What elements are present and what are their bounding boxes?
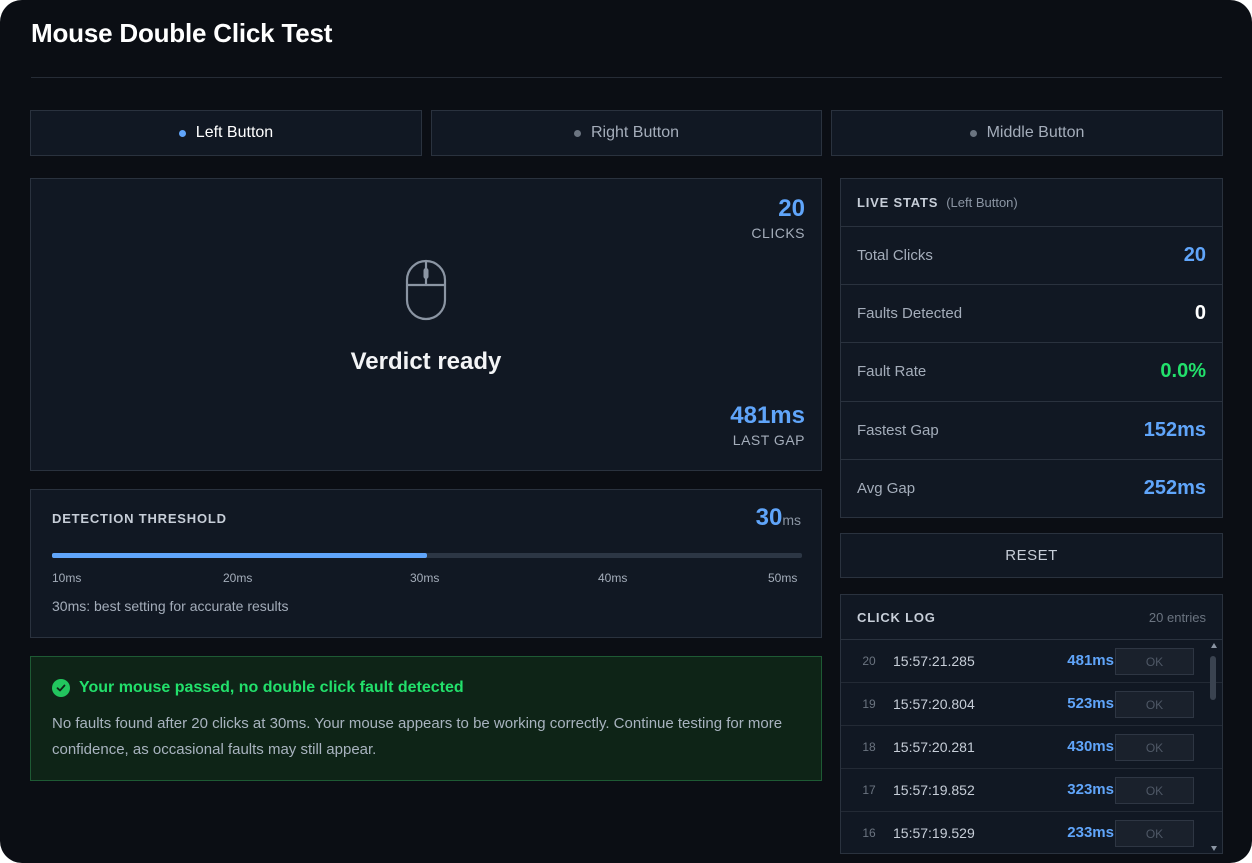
tab-indicator-dot [178, 129, 186, 137]
scrollbar-thumb[interactable] [1210, 656, 1216, 700]
stat-row-total-clicks: Total Clicks 20 [841, 227, 1222, 286]
log-time: 15:57:21.285 [893, 653, 975, 669]
stat-row-faults-detected: Faults Detected 0 [841, 285, 1222, 344]
stat-row-avg-gap: Avg Gap 252ms [841, 460, 1222, 518]
live-stats-header: LIVE STATS (Left Button) [841, 179, 1222, 227]
log-row: 16 15:57:19.529 233ms OK [841, 812, 1222, 853]
slider-fill [52, 553, 427, 558]
tab-middle-button[interactable]: Middle Button [831, 110, 1223, 156]
log-index: 17 [862, 783, 876, 797]
log-row: 18 15:57:20.281 430ms OK [841, 726, 1222, 769]
click-count-label: CLICKS [751, 225, 805, 241]
click-test-area[interactable]: 20 CLICKS Verdict ready 481ms LAST GAP [30, 178, 822, 471]
stat-value: 152ms [1143, 418, 1206, 441]
tab-indicator-dot [573, 129, 581, 137]
log-index: 16 [862, 826, 876, 840]
log-row: 19 15:57:20.804 523ms OK [841, 683, 1222, 726]
log-gap: 481ms [1067, 652, 1114, 669]
slider-tick: 50ms [768, 571, 798, 585]
threshold-note: 30ms: best setting for accurate results [52, 598, 289, 614]
last-gap-readout: 481ms LAST GAP [730, 402, 805, 448]
click-log-panel: CLICK LOG 20 entries 20 15:57:21.285 481… [840, 594, 1223, 854]
result-headline-text: Your mouse passed, no double click fault… [79, 679, 464, 696]
tab-indicator-dot [969, 129, 977, 137]
live-stats-panel: LIVE STATS (Left Button) Total Clicks 20… [840, 178, 1223, 518]
log-status-badge: OK [1115, 691, 1194, 718]
click-log-count: 20 entries [1148, 609, 1206, 625]
slider-tick: 20ms [223, 571, 253, 585]
log-gap: 430ms [1067, 738, 1114, 755]
divider [31, 77, 1222, 78]
last-gap-value: 481ms [730, 402, 805, 429]
live-stats-title: LIVE STATS [857, 195, 939, 210]
threshold-unit: ms [782, 512, 801, 528]
log-index: 19 [862, 697, 876, 711]
result-headline: Your mouse passed, no double click fault… [52, 679, 464, 697]
log-time: 15:57:19.852 [893, 782, 975, 798]
tab-label: Right Button [590, 124, 680, 141]
stat-row-fault-rate: Fault Rate 0.0% [841, 343, 1222, 402]
mouse-icon [405, 259, 447, 321]
click-count-value: 20 [778, 195, 805, 222]
stat-label: Faults Detected [857, 305, 963, 323]
result-body: No faults found after 20 clicks at 30ms.… [52, 715, 783, 758]
log-gap: 523ms [1067, 695, 1114, 712]
log-status-badge: OK [1115, 820, 1194, 847]
log-time: 15:57:19.529 [893, 825, 975, 841]
stat-label: Avg Gap [857, 480, 916, 498]
log-gap: 323ms [1067, 781, 1114, 798]
slider-tick: 10ms [52, 571, 82, 585]
log-gap: 233ms [1067, 824, 1114, 841]
stat-label: Fault Rate [857, 363, 927, 381]
log-scrollbar[interactable] [1210, 643, 1218, 851]
last-gap-label: LAST GAP [732, 432, 805, 448]
tab-label: Left Button [195, 124, 274, 141]
log-index: 20 [862, 654, 876, 668]
tab-label: Middle Button [986, 124, 1085, 141]
log-time: 15:57:20.804 [893, 696, 975, 712]
log-status-badge: OK [1115, 734, 1194, 761]
log-row: 17 15:57:19.852 323ms OK [841, 769, 1222, 812]
log-status-badge: OK [1115, 648, 1194, 675]
stat-value: 0 [1194, 302, 1206, 325]
slider-tick: 40ms [598, 571, 628, 585]
threshold-value-display: 30ms [756, 504, 801, 532]
click-log-header: CLICK LOG 20 entries [841, 595, 1222, 640]
scroll-down-arrow-icon[interactable] [1211, 846, 1217, 851]
stat-value: 0.0% [1160, 360, 1206, 383]
live-stats-subtitle: (Left Button) [946, 195, 1018, 210]
log-time: 15:57:20.281 [893, 739, 975, 755]
stat-label: Total Clicks [857, 247, 933, 265]
page-title: Mouse Double Click Test [31, 18, 333, 48]
tab-left-button[interactable]: Left Button [30, 110, 422, 156]
click-counter: 20 CLICKS [751, 195, 805, 241]
result-banner: Your mouse passed, no double click fault… [30, 656, 822, 781]
stat-value: 252ms [1143, 477, 1206, 500]
app-window: Mouse Double Click Test Left Button Righ… [0, 0, 1252, 863]
log-status-badge: OK [1115, 777, 1194, 804]
click-log-title: CLICK LOG [857, 609, 936, 625]
stat-label: Fastest Gap [857, 421, 939, 439]
reset-button[interactable]: RESET [840, 533, 1223, 578]
stat-row-fastest-gap: Fastest Gap 152ms [841, 402, 1222, 460]
stat-value: 20 [1183, 244, 1206, 267]
threshold-panel: DETECTION THRESHOLD 30ms 10ms 20ms 30ms … [30, 489, 822, 638]
log-index: 18 [862, 740, 876, 754]
threshold-label: DETECTION THRESHOLD [52, 511, 227, 526]
verdict-text: Verdict ready [350, 348, 502, 375]
tab-right-button[interactable]: Right Button [431, 110, 822, 156]
check-circle-icon [52, 679, 70, 697]
log-row: 20 15:57:21.285 481ms OK [841, 640, 1222, 683]
threshold-slider[interactable] [52, 553, 802, 558]
scroll-up-arrow-icon[interactable] [1211, 643, 1217, 648]
slider-tick: 30ms [410, 571, 440, 585]
threshold-value: 30 [755, 504, 783, 531]
